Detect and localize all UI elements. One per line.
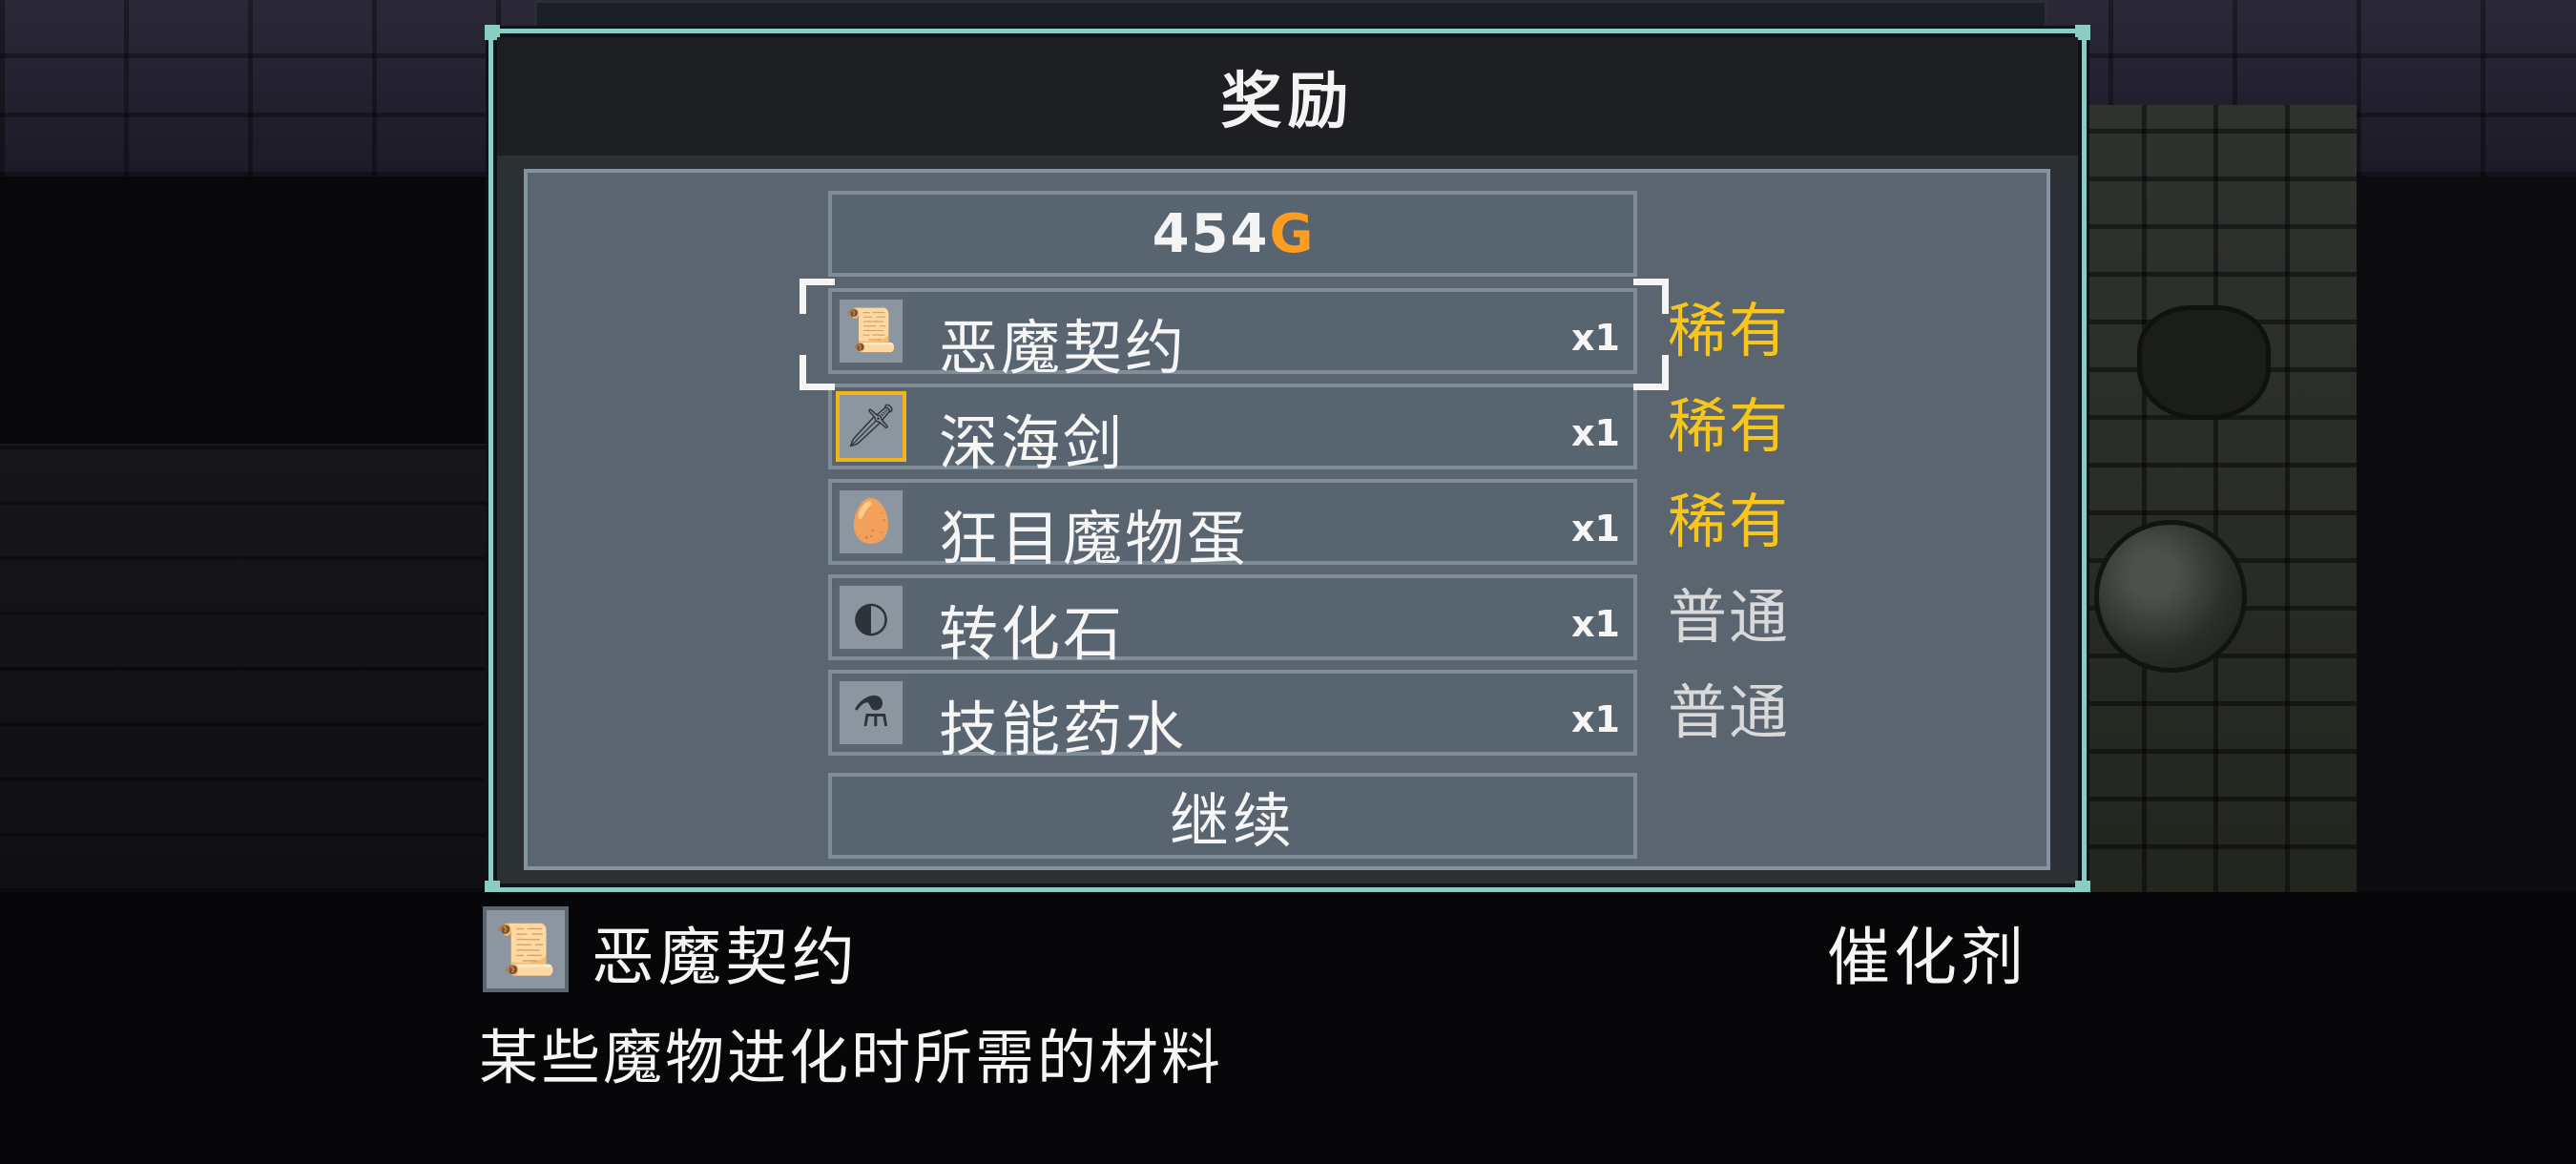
- gold-unit: G: [1269, 202, 1314, 265]
- scroll-icon: 📜: [483, 906, 569, 992]
- detail-item-name: 恶魔契约: [592, 921, 859, 994]
- gold-reward-row: 454 G: [828, 191, 1637, 277]
- item-quantity: x1: [1571, 317, 1620, 359]
- continue-label: 继续: [1169, 786, 1296, 856]
- reward-item-row[interactable]: ⚗ 技能药水 x1: [828, 670, 1637, 764]
- reward-item-row[interactable]: 🥚 狂目魔物蛋 x1: [828, 479, 1637, 573]
- continue-button[interactable]: 继续: [828, 773, 1637, 859]
- reward-item-row[interactable]: 🗡 深海剑 x1: [828, 384, 1637, 478]
- detail-item-description: 某些魔物进化时所需的材料: [479, 1023, 1224, 1092]
- reward-item-row[interactable]: 📜 恶魔契约 x1: [828, 288, 1637, 383]
- reward-item-row[interactable]: ◐ 转化石 x1: [828, 574, 1637, 669]
- item-name: 技能药水: [939, 695, 1188, 764]
- rarity-label: 稀有: [1668, 391, 1791, 461]
- selection-cursor-corner: [1633, 279, 1669, 314]
- detail-item-category: 催化剂: [1827, 921, 2027, 994]
- background-dark-area: [2357, 177, 2576, 892]
- background-pot: [2137, 305, 2271, 420]
- rarity-label: 稀有: [1668, 296, 1791, 365]
- rarity-label: 普通: [1668, 582, 1791, 652]
- background-stone-pillar: [2070, 105, 2357, 897]
- dialog-header: 奖励: [497, 37, 2078, 156]
- background-orb: [2094, 520, 2247, 673]
- item-quantity: x1: [1571, 412, 1620, 454]
- sword-icon: 🗡: [836, 391, 906, 462]
- selection-cursor-corner: [800, 355, 835, 390]
- dialog-title: 奖励: [1220, 67, 1355, 137]
- selection-cursor-corner: [800, 279, 835, 314]
- egg-icon: 🥚: [836, 487, 906, 557]
- potion-icon: ⚗: [836, 677, 906, 748]
- item-name: 狂目魔物蛋: [939, 504, 1250, 573]
- item-quantity: x1: [1571, 508, 1620, 550]
- item-name: 深海剑: [939, 408, 1126, 478]
- item-quantity: x1: [1571, 698, 1620, 740]
- item-name: 恶魔契约: [939, 313, 1188, 383]
- gold-amount: 454: [1152, 202, 1270, 265]
- rarity-label: 稀有: [1668, 487, 1791, 556]
- selection-cursor-corner: [1633, 355, 1669, 390]
- rarity-label: 普通: [1668, 677, 1791, 747]
- item-name: 转化石: [939, 599, 1126, 669]
- item-quantity: x1: [1571, 603, 1620, 645]
- item-detail-panel: [0, 892, 2576, 1164]
- stone-icon: ◐: [836, 582, 906, 653]
- scroll-icon: 📜: [836, 296, 906, 366]
